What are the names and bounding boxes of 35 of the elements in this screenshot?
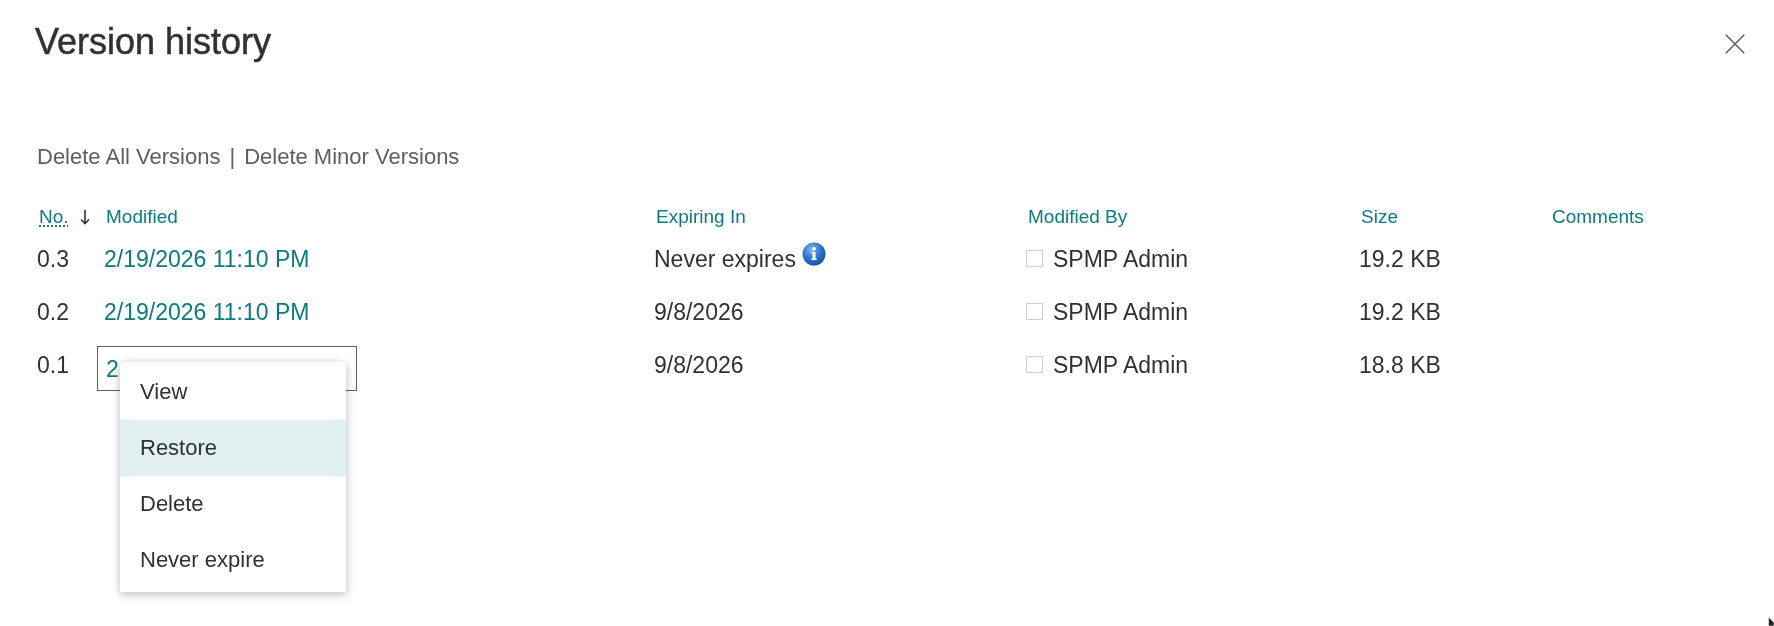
modified-date-link[interactable]: 2/19/2026 11:10 PM: [104, 297, 310, 326]
menu-item[interactable]: Never expire: [120, 532, 346, 588]
menu-item[interactable]: Restore: [120, 420, 346, 476]
version-number: 0.2: [37, 297, 69, 326]
expiry-text: 9/8/2026: [654, 350, 744, 379]
column-header[interactable]: Comments: [1552, 206, 1644, 228]
column-header[interactable]: Size: [1361, 206, 1398, 228]
author-name: SPMP Admin: [1053, 350, 1189, 379]
expiry-text: 9/8/2026: [654, 297, 744, 326]
menu-item[interactable]: Delete: [120, 476, 346, 532]
checkbox[interactable]: [1026, 303, 1043, 320]
author-name: SPMP Admin: [1053, 244, 1189, 273]
modified-date-link[interactable]: 2/19/2026 11:10 PM: [104, 244, 310, 273]
column-header[interactable]: Expiring In: [656, 206, 746, 228]
dialog-title: Version history: [35, 20, 272, 64]
expiry-text: Never expires: [654, 244, 796, 273]
author-name: SPMP Admin: [1053, 297, 1189, 326]
file-size: 19.2 KB: [1359, 244, 1441, 273]
close-button[interactable]: [1725, 34, 1745, 54]
version-number: 0.1: [37, 350, 69, 379]
close-icon: [1725, 34, 1745, 54]
menu-item[interactable]: View: [120, 364, 346, 420]
version-number: 0.3: [37, 244, 69, 273]
column-header[interactable]: Modified: [106, 206, 178, 228]
modified-date-link[interactable]: 2: [106, 354, 119, 383]
column-header[interactable]: No.: [39, 206, 69, 228]
info-icon[interactable]: [801, 241, 826, 266]
file-size: 19.2 KB: [1359, 297, 1441, 326]
column-header[interactable]: Modified By: [1028, 206, 1128, 228]
link-separator: |: [229, 144, 236, 170]
delete-versions-link[interactable]: Delete All Versions: [37, 144, 221, 170]
file-size: 18.8 KB: [1359, 350, 1441, 379]
checkbox[interactable]: [1026, 250, 1043, 267]
delete-versions-link[interactable]: Delete Minor Versions: [244, 144, 460, 170]
checkbox[interactable]: [1026, 356, 1043, 373]
